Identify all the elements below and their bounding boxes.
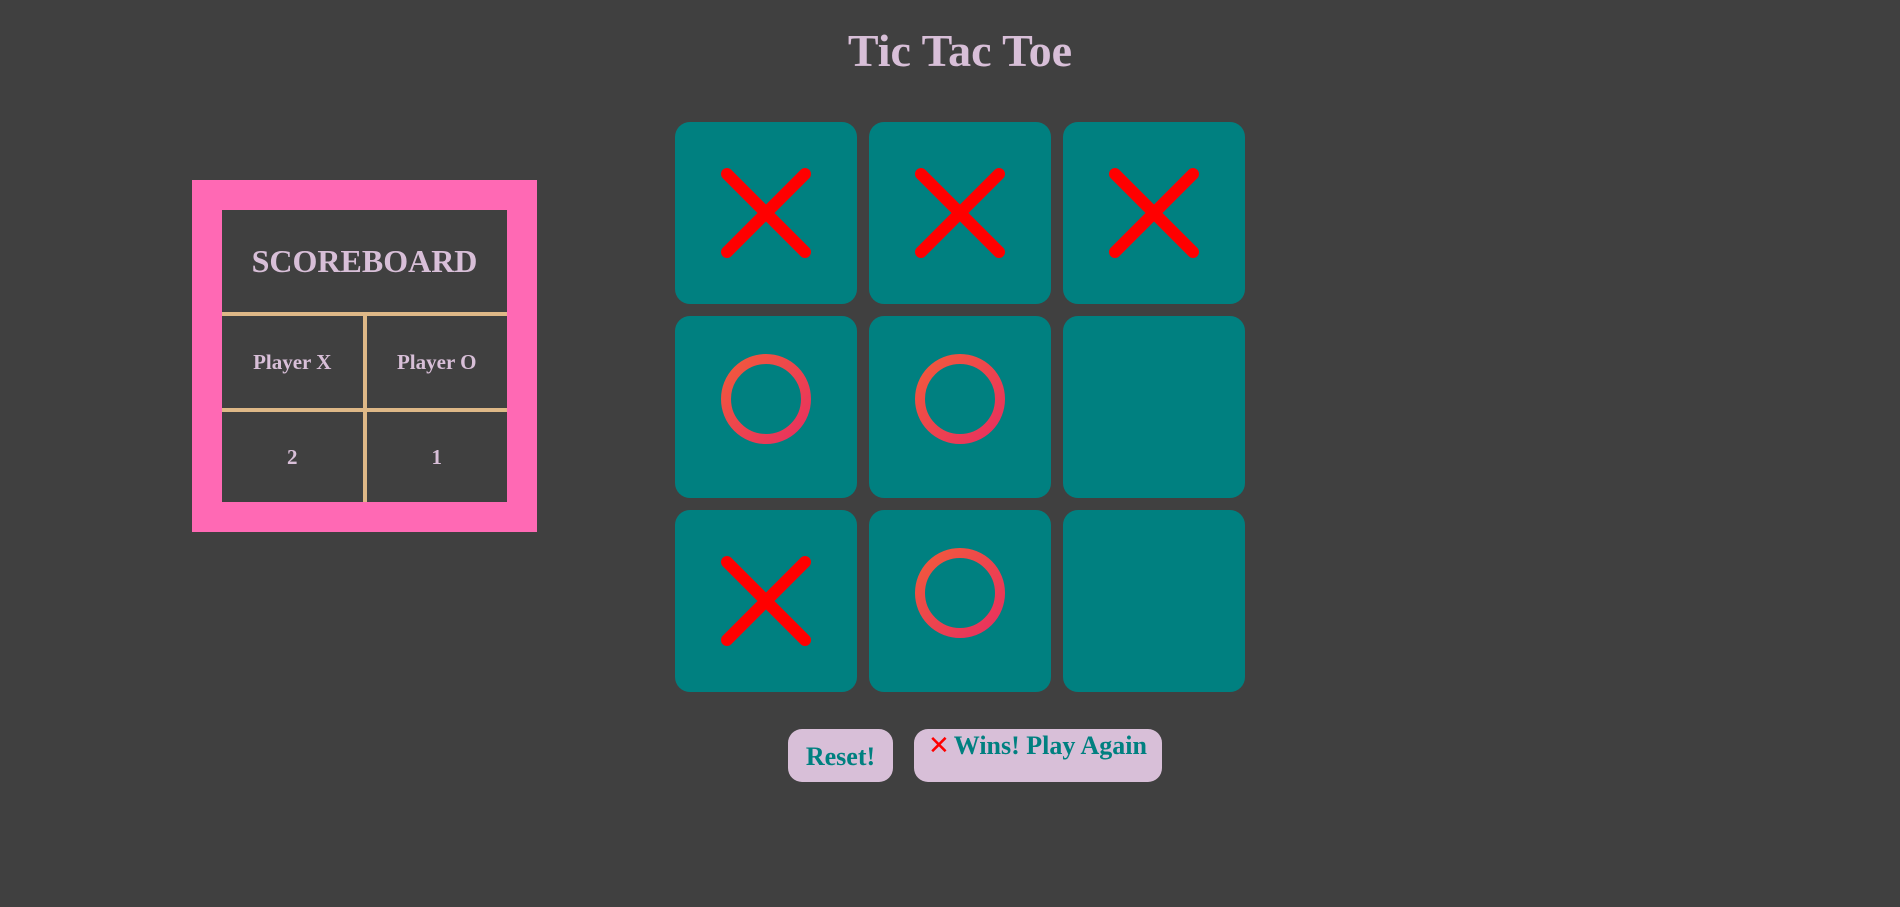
player-o-label: Player O	[364, 314, 507, 412]
board-cell[interactable]	[1063, 316, 1245, 498]
player-x-label: Player X	[222, 314, 367, 412]
o-mark-icon	[915, 548, 1005, 638]
board-cell[interactable]	[869, 510, 1051, 692]
x-mark-icon	[1109, 168, 1199, 258]
page-title: Tic Tac Toe	[847, 25, 1073, 76]
board-cell[interactable]	[869, 316, 1051, 498]
player-o-score: 1	[431, 444, 443, 469]
board-cell[interactable]	[1063, 510, 1245, 692]
play-again-label: Wins! Play Again	[953, 731, 1147, 760]
scoreboard-heading: SCOREBOARD	[222, 210, 507, 316]
board-cell[interactable]	[675, 316, 857, 498]
x-winner-icon: ✕	[928, 731, 950, 760]
board-cell[interactable]	[675, 122, 857, 304]
board-cell[interactable]	[675, 510, 857, 692]
x-mark-icon	[721, 556, 811, 646]
scoreboard: SCOREBOARD Player X Player O 2 1	[192, 180, 537, 532]
board-cell[interactable]	[869, 122, 1051, 304]
board-cell[interactable]	[1063, 122, 1245, 304]
player-x-score: 2	[222, 410, 367, 502]
o-mark-icon	[721, 354, 811, 444]
x-mark-icon	[721, 168, 811, 258]
play-again-button[interactable]: ✕ Wins! Play Again	[914, 729, 1162, 782]
o-mark-icon	[915, 354, 1005, 444]
reset-button[interactable]: Reset!	[788, 729, 893, 782]
x-mark-icon	[915, 168, 1005, 258]
